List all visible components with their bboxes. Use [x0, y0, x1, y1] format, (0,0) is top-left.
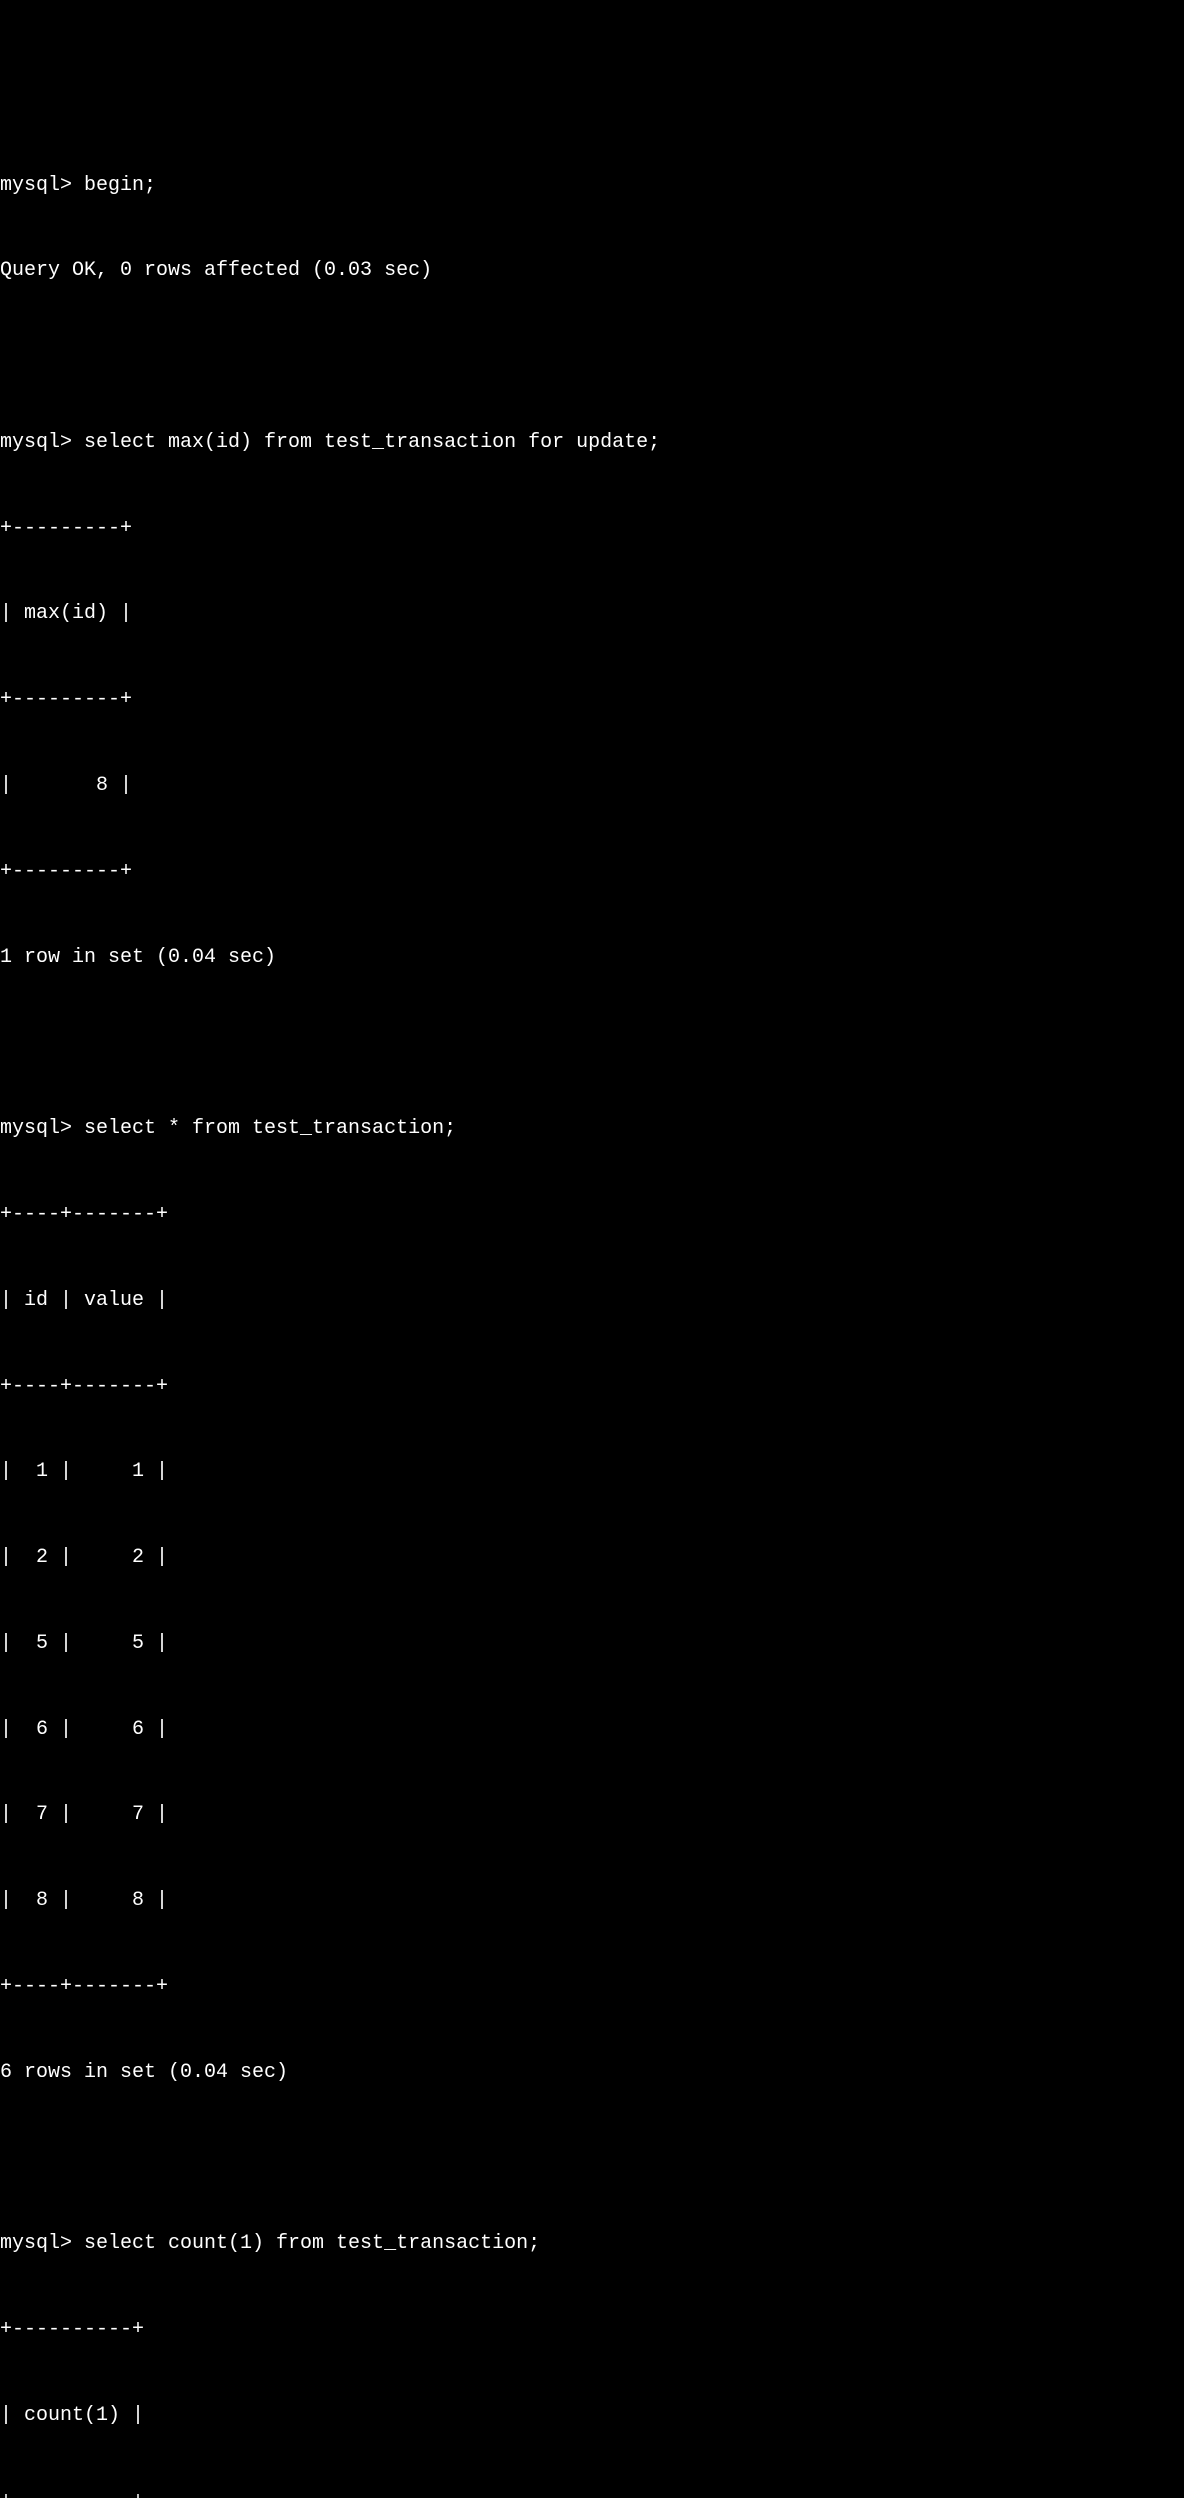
terminal-line: mysql> select max(id) from test_transact… — [0, 429, 1184, 458]
terminal-line: | 5 | 5 | — [0, 1630, 1184, 1659]
terminal-line: | id | value | — [0, 1287, 1184, 1316]
terminal-line: | 7 | 7 | — [0, 1801, 1184, 1830]
terminal-line: +----------+ — [0, 2316, 1184, 2345]
terminal-line: mysql> begin; — [0, 172, 1184, 201]
terminal-line: +----+-------+ — [0, 1373, 1184, 1402]
terminal-line — [0, 1029, 1184, 1058]
terminal-line: mysql> select * from test_transaction; — [0, 1115, 1184, 1144]
terminal-line: 6 rows in set (0.04 sec) — [0, 2059, 1184, 2088]
terminal-line — [0, 343, 1184, 372]
terminal-line: | 6 | 6 | — [0, 1716, 1184, 1745]
terminal-line: | 2 | 2 | — [0, 1544, 1184, 1573]
terminal-line: +---------+ — [0, 686, 1184, 715]
terminal-line: Query OK, 0 rows affected (0.03 sec) — [0, 257, 1184, 286]
terminal-line: | 8 | — [0, 772, 1184, 801]
terminal-line: mysql> select count(1) from test_transac… — [0, 2230, 1184, 2259]
terminal-line: | count(1) | — [0, 2402, 1184, 2431]
terminal-line: +---------+ — [0, 858, 1184, 887]
terminal-line: | 1 | 1 | — [0, 1458, 1184, 1487]
terminal-line: | max(id) | — [0, 600, 1184, 629]
terminal-line: 1 row in set (0.04 sec) — [0, 944, 1184, 973]
terminal-line: +----+-------+ — [0, 1201, 1184, 1230]
terminal-line: +----+-------+ — [0, 1973, 1184, 2002]
terminal-line: +----------+ — [0, 2488, 1184, 2498]
terminal-output: mysql> begin; Query OK, 0 rows affected … — [0, 114, 1184, 2498]
terminal-line: | 8 | 8 | — [0, 1887, 1184, 1916]
terminal-line — [0, 2145, 1184, 2174]
terminal-line: +---------+ — [0, 515, 1184, 544]
